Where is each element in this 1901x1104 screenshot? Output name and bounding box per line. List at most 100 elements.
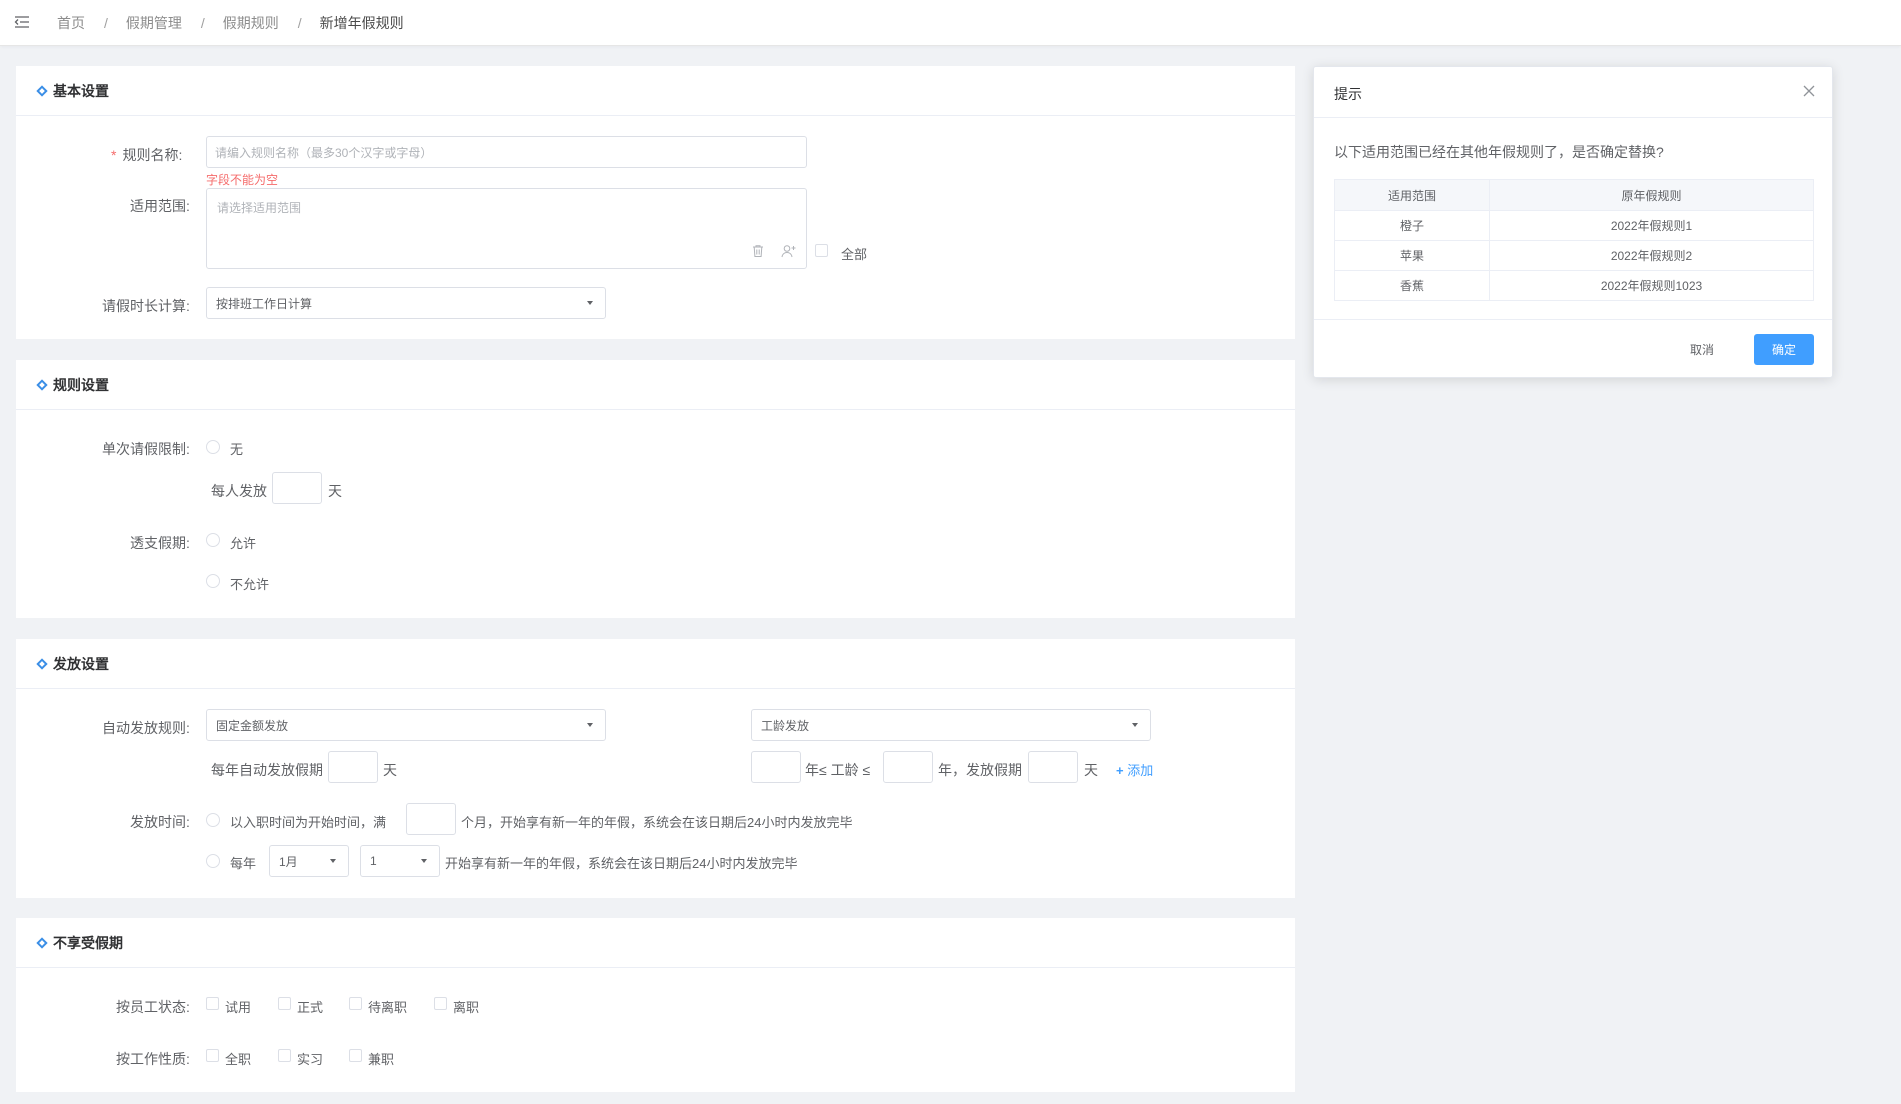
chevron-down-icon: [1132, 723, 1138, 727]
top-bar: 首页 / 假期管理 / 假期规则 / 新增年假规则: [0, 0, 1901, 46]
hire-months-input[interactable]: [406, 803, 456, 835]
per-person-label: 每人发放: [211, 483, 267, 499]
rule-name-label: * 规则名称:: [111, 147, 183, 163]
table-row: 橙子 2022年假规则1: [1333, 210, 1814, 241]
rule-name-input[interactable]: 请编入规则名称（最多30个汉字或字母）: [206, 136, 807, 168]
seniority-range-label: 年≤ 工龄 ≤: [805, 762, 871, 778]
per-person-days-input[interactable]: [272, 472, 322, 504]
column-header-original-rule: 原年假规则: [1489, 179, 1814, 211]
status-regular-checkbox[interactable]: [278, 997, 291, 1010]
section-marker-icon: [36, 378, 48, 391]
grant-settings-header: 发放设置: [16, 639, 1295, 689]
seniority-min-input[interactable]: [751, 751, 801, 783]
section-marker-icon: [36, 657, 48, 670]
grant-by-hire-suffix: 个月，开始享有新一年的年假，系统会在该日期后24小时内发放完毕: [461, 815, 853, 830]
yearly-grant-days-input[interactable]: [328, 751, 378, 783]
grant-yearly-suffix: 开始享有新一年的年假，系统会在该日期后24小时内发放完毕: [445, 856, 798, 871]
status-resigned-checkbox[interactable]: [434, 997, 447, 1010]
yearly-grant-label: 每年自动发放假期: [211, 762, 323, 778]
overdraft-allow-label: 允许: [230, 536, 257, 551]
exclusion-header: 不享受假期: [16, 918, 1295, 968]
grant-yearly-prefix: 每年: [230, 856, 257, 871]
status-probation-label: 试用: [225, 1000, 252, 1015]
confirm-button[interactable]: 确定: [1754, 334, 1814, 365]
auto-rule-select[interactable]: 固定金额发放: [206, 709, 606, 741]
nature-intern-checkbox[interactable]: [278, 1049, 291, 1062]
grant-day-select[interactable]: 1: [360, 845, 440, 877]
breadcrumb: 首页 / 假期管理 / 假期规则 / 新增年假规则: [57, 13, 404, 33]
per-person-day-unit: 天: [328, 483, 342, 499]
nature-fulltime-label: 全职: [225, 1052, 252, 1067]
add-seniority-button[interactable]: + 添加: [1116, 760, 1153, 779]
table-cell: 苹果: [1333, 240, 1491, 271]
table-header-row: 适用范围 原年假规则: [1333, 179, 1814, 211]
chevron-down-icon: [421, 859, 427, 863]
chevron-down-icon: [587, 723, 593, 727]
seniority-select[interactable]: 工龄发放: [751, 709, 1151, 741]
conflict-table: 适用范围 原年假规则 橙子 2022年假规则1 苹果 2022年假规则2 香蕉 …: [1333, 179, 1814, 301]
table-cell: 2022年假规则1: [1489, 210, 1814, 241]
section-title: 基本设置: [53, 82, 109, 99]
nature-fulltime-checkbox[interactable]: [206, 1049, 219, 1062]
scope-input[interactable]: 请选择适用范围: [206, 188, 807, 269]
seniority-max-input[interactable]: [883, 751, 933, 783]
menu-fold-icon[interactable]: [14, 14, 30, 30]
section-marker-icon: [36, 84, 48, 97]
chevron-down-icon: [587, 301, 593, 305]
overdraft-disallow-label: 不允许: [230, 577, 270, 592]
dialog-message: 以下适用范围已经在其他年假规则了，是否确定替换?: [1334, 144, 1664, 160]
basic-settings-header: 基本设置: [16, 66, 1295, 116]
limit-none-label: 无: [230, 442, 244, 457]
add-user-icon[interactable]: [781, 244, 797, 258]
table-cell: 橙子: [1333, 210, 1491, 241]
table-cell: 香蕉: [1333, 270, 1491, 301]
duration-select[interactable]: 按排班工作日计算: [206, 287, 606, 319]
section-title: 发放设置: [53, 655, 109, 672]
table-row: 苹果 2022年假规则2: [1333, 240, 1814, 271]
status-probation-checkbox[interactable]: [206, 997, 219, 1010]
exclusion-card: 不享受假期 按员工状态: 试用 正式 待离职 离职 按工作性质: 全职 实习 兼…: [16, 918, 1295, 1092]
nature-parttime-checkbox[interactable]: [349, 1049, 362, 1062]
overdraft-disallow-radio[interactable]: [206, 574, 220, 588]
grant-time-label: 发放时间:: [130, 814, 190, 830]
cancel-button[interactable]: 取消: [1672, 334, 1732, 364]
trash-icon[interactable]: [751, 244, 765, 258]
rule-name-error: 字段不能为空: [206, 173, 279, 187]
column-header-scope: 适用范围: [1333, 179, 1491, 211]
single-limit-label: 单次请假限制:: [102, 441, 190, 457]
breadcrumb-leave-rules[interactable]: 假期规则: [223, 13, 279, 33]
section-marker-icon: [36, 936, 48, 949]
scope-all-checkbox[interactable]: [815, 244, 828, 257]
grant-month-select[interactable]: 1月: [269, 845, 349, 877]
status-pending-leave-checkbox[interactable]: [349, 997, 362, 1010]
basic-settings-card: 基本设置 * 规则名称: 请编入规则名称（最多30个汉字或字母） 字段不能为空 适…: [16, 66, 1295, 339]
seniority-day-unit: 天: [1084, 762, 1098, 778]
status-regular-label: 正式: [297, 1000, 324, 1015]
table-row: 香蕉 2022年假规则1023: [1333, 270, 1814, 301]
dialog-divider-top: [1314, 117, 1832, 118]
nature-intern-label: 实习: [297, 1052, 324, 1067]
auto-rule-label: 自动发放规则:: [102, 720, 190, 736]
breadcrumb-home[interactable]: 首页: [57, 13, 85, 33]
status-pending-leave-label: 待离职: [368, 1000, 408, 1015]
confirm-replace-dialog: 提示 以下适用范围已经在其他年假规则了，是否确定替换? 适用范围 原年假规则 橙…: [1313, 66, 1833, 378]
limit-none-radio[interactable]: [206, 440, 220, 454]
grant-by-hire-radio[interactable]: [206, 813, 220, 827]
seniority-grant-label: 年，发放假期: [938, 762, 1022, 778]
grant-yearly-radio[interactable]: [206, 854, 220, 868]
section-title: 不享受假期: [53, 934, 123, 951]
chevron-down-icon: [330, 859, 336, 863]
status-resigned-label: 离职: [453, 1000, 480, 1015]
overdraft-label: 透支假期:: [130, 535, 190, 551]
plus-icon: +: [1116, 763, 1124, 778]
grant-by-hire-prefix: 以入职时间为开始时间，满: [230, 815, 387, 830]
section-title: 规则设置: [53, 376, 109, 393]
table-cell: 2022年假规则1023: [1489, 270, 1814, 301]
duration-label: 请假时长计算:: [102, 298, 190, 314]
overdraft-allow-radio[interactable]: [206, 533, 220, 547]
seniority-grant-days-input[interactable]: [1028, 751, 1078, 783]
close-icon[interactable]: [1803, 85, 1815, 97]
table-cell: 2022年假规则2: [1489, 240, 1814, 271]
breadcrumb-leave-management[interactable]: 假期管理: [126, 13, 182, 33]
scope-label: 适用范围:: [130, 198, 190, 214]
